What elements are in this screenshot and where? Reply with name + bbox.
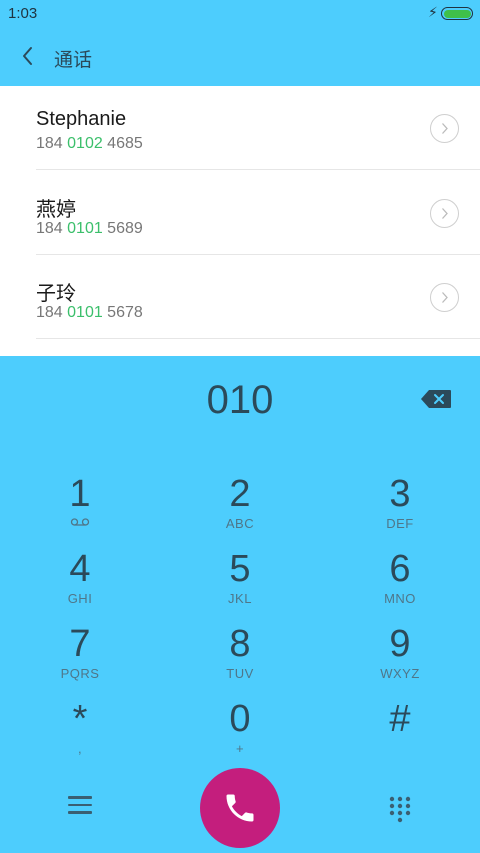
battery-icon: [441, 7, 473, 20]
contact-detail-button[interactable]: [430, 283, 459, 312]
key-7[interactable]: 7 PQRS: [20, 624, 140, 696]
contact-name: 子玲: [36, 283, 76, 305]
key-star[interactable]: * ,: [20, 699, 140, 771]
contact-detail-button[interactable]: [430, 114, 459, 143]
charging-icon: ⚡: [428, 4, 438, 20]
contact-suggestions: Stephanie 184 0102 4685 燕婷 184 0101 5689…: [0, 86, 480, 356]
key-6[interactable]: 6 MNO: [340, 549, 460, 621]
contact-name: Stephanie: [36, 108, 127, 130]
key-8[interactable]: 8 TUV: [180, 624, 300, 696]
menu-button[interactable]: [68, 796, 92, 818]
number-match: 0101: [67, 304, 103, 321]
contact-number: 184 0101 5689: [36, 220, 143, 237]
voicemail-icon: [70, 518, 90, 526]
key-0[interactable]: 0 +: [180, 699, 300, 771]
chevron-right-icon: [442, 292, 448, 303]
contact-row[interactable]: 子玲 184 0101 5678: [0, 255, 480, 339]
keypad-toggle-button[interactable]: [388, 795, 412, 823]
back-button[interactable]: [16, 44, 40, 68]
contact-detail-button[interactable]: [430, 199, 459, 228]
status-time: 1:03: [8, 5, 38, 22]
contact-row[interactable]: Stephanie 184 0102 4685: [0, 86, 480, 170]
title-bar: 通话: [0, 28, 480, 86]
call-button[interactable]: [200, 768, 280, 848]
key-9[interactable]: 9 WXYZ: [340, 624, 460, 696]
chevron-right-icon: [442, 208, 448, 219]
phone-icon: [226, 794, 254, 822]
contact-name: 燕婷: [36, 199, 76, 221]
dialed-number: 010: [206, 378, 274, 422]
status-bar: 1:03 ⚡: [0, 0, 480, 28]
chevron-left-icon: [23, 47, 32, 65]
contact-number: 184 0101 5678: [36, 304, 143, 321]
backspace-button[interactable]: [420, 389, 452, 409]
contact-row[interactable]: 燕婷 184 0101 5689: [0, 171, 480, 255]
key-hash[interactable]: #: [340, 699, 460, 771]
chevron-right-icon: [442, 123, 448, 134]
number-match: 0102: [67, 135, 103, 152]
key-4[interactable]: 4 GHI: [20, 549, 140, 621]
contact-number: 184 0102 4685: [36, 135, 143, 152]
key-2[interactable]: 2 ABC: [180, 474, 300, 546]
key-1[interactable]: 1: [20, 474, 140, 546]
menu-icon: [68, 796, 92, 814]
key-3[interactable]: 3 DEF: [340, 474, 460, 546]
page-title: 通话: [54, 50, 93, 71]
number-match: 0101: [67, 220, 103, 237]
backspace-icon: [421, 390, 451, 408]
keypad-icon: [389, 796, 411, 823]
key-5[interactable]: 5 JKL: [180, 549, 300, 621]
